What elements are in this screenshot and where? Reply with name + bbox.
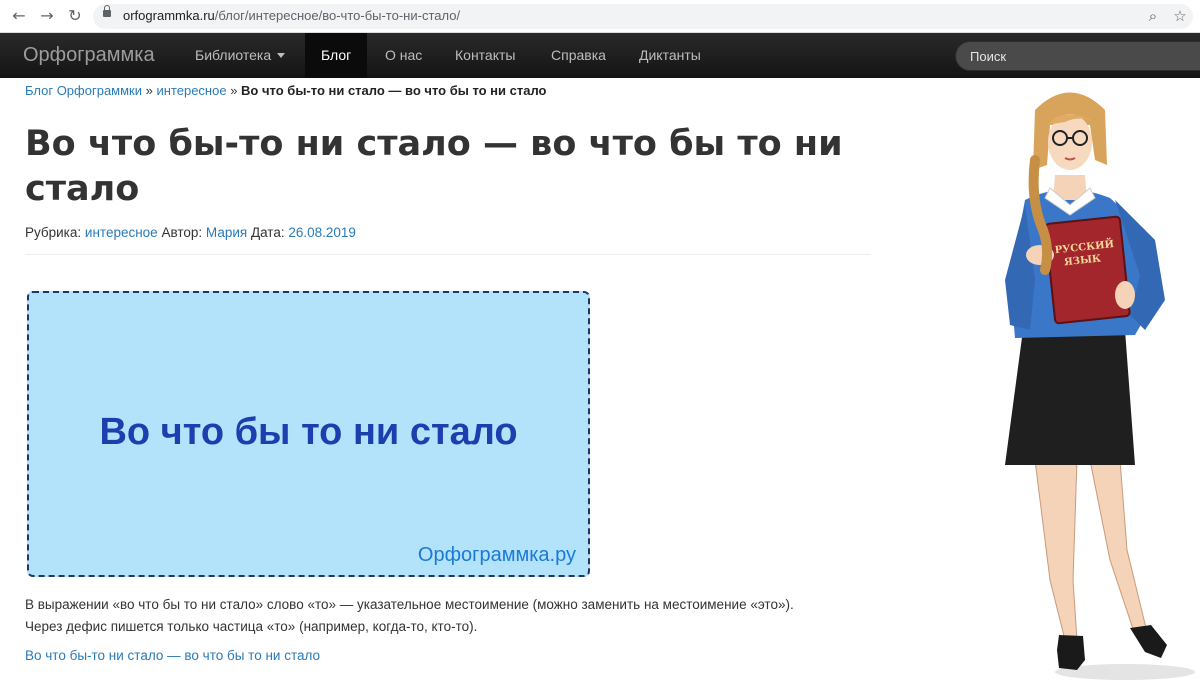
- article-link[interactable]: Во что бы-то ни стало — во что бы то ни …: [25, 648, 320, 663]
- search-input[interactable]: [955, 41, 1200, 71]
- breadcrumb-home-link[interactable]: Блог Орфограммки: [25, 83, 142, 98]
- paragraph-line-1: В выражении «во что бы то ни стало» слов…: [25, 597, 794, 612]
- banner-text: Во что бы то ни стало: [99, 411, 518, 453]
- banner-site-name: Орфограммка.ру: [417, 544, 576, 566]
- reload-icon[interactable]: ↻: [64, 5, 86, 27]
- forward-arrow-icon[interactable]: →: [36, 5, 58, 27]
- breadcrumb-separator: »: [230, 83, 238, 98]
- url-text: orfogrammka.ru/блог/интересное/во-что-бы…: [123, 8, 461, 23]
- paragraph-line-2: Через дефис пишется только частица «то» …: [25, 619, 478, 634]
- author-link[interactable]: Мария: [206, 225, 247, 240]
- author-label: Автор:: [161, 225, 203, 240]
- rubric-label: Рубрика:: [25, 225, 82, 240]
- site-navbar: Орфограммка Библиотека Блог О нас Контак…: [0, 33, 1200, 78]
- date-label: Дата:: [250, 225, 285, 240]
- nav-item-help[interactable]: Справка: [535, 33, 622, 78]
- teacher-illustration: РУССКИЙ ЯЗЫК: [1005, 92, 1195, 680]
- breadcrumb-separator: »: [145, 83, 153, 98]
- nav-item-blog[interactable]: Блог: [305, 33, 368, 78]
- nav-item-dictations[interactable]: Диктанты: [623, 33, 717, 78]
- caret-down-icon: [277, 53, 286, 58]
- date-link[interactable]: 26.08.2019: [288, 225, 356, 240]
- rubric-link[interactable]: интересное: [85, 225, 158, 240]
- post-meta: Рубрика: интересное Автор: Мария Дата: 2…: [25, 225, 356, 240]
- breadcrumb: Блог Орфограммки » интересное » Во что б…: [25, 83, 547, 98]
- nav-item-library[interactable]: Библиотека: [179, 33, 301, 78]
- back-arrow-icon[interactable]: ←: [8, 5, 30, 27]
- breadcrumb-category-link[interactable]: интересное: [156, 83, 226, 98]
- site-brand[interactable]: Орфограммка: [23, 44, 155, 67]
- zoom-icon[interactable]: ⌕: [1143, 6, 1163, 26]
- divider: [25, 254, 871, 255]
- article-paragraph: В выражении «во что бы то ни стало» слов…: [25, 594, 885, 638]
- breadcrumb-current: Во что бы-то ни стало — во что бы то ни …: [241, 83, 547, 98]
- bookmark-star-icon[interactable]: ☆: [1170, 6, 1190, 26]
- browser-toolbar: ← → ↻ orfogrammka.ru/блог/интересное/во-…: [0, 0, 1200, 33]
- nav-item-about[interactable]: О нас: [369, 33, 438, 78]
- page-title: Во что бы-то ни стало — во что бы то ни …: [25, 124, 843, 209]
- lock-icon: [103, 5, 111, 17]
- nav-item-contacts[interactable]: Контакты: [439, 33, 531, 78]
- address-bar[interactable]: orfogrammka.ru/блог/интересное/во-что-бы…: [93, 4, 1193, 29]
- article-banner-image: Во что бы то ни стало Орфограммка.ру: [27, 291, 590, 577]
